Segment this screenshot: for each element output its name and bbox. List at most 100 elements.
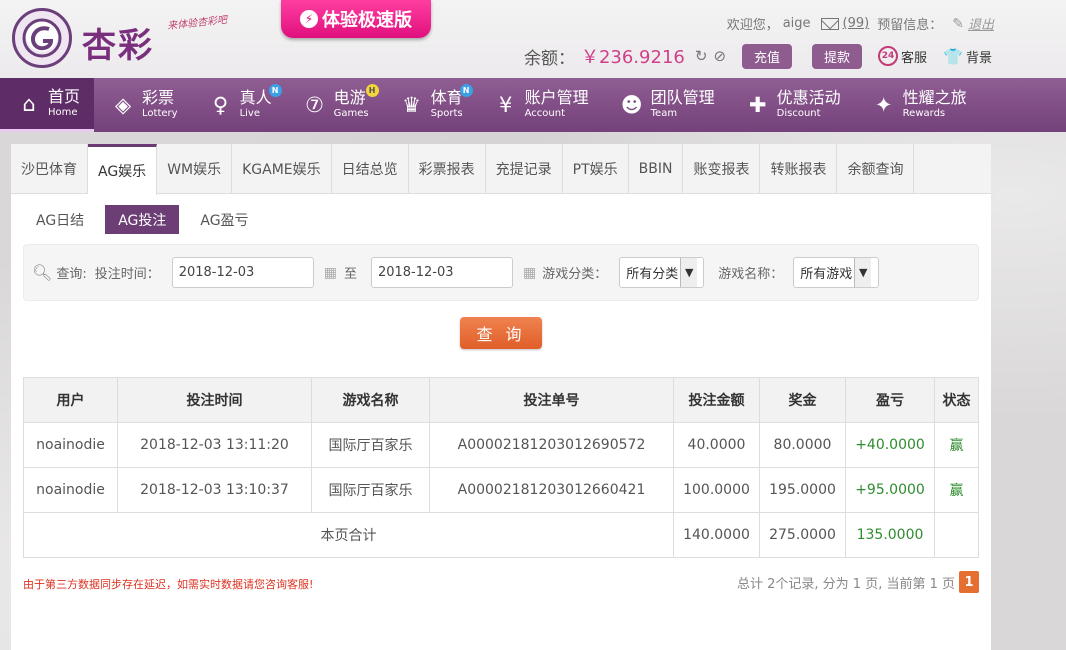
tab-kgame[interactable]: KGAME娱乐 [232, 144, 332, 194]
slogan: 来体验杏彩吧 [166, 14, 228, 33]
col-game-name: 游戏名称 [311, 377, 430, 423]
subtab-ag-bets[interactable]: AG投注 [105, 205, 180, 234]
tab-deposit-records[interactable]: 充提记录 [486, 144, 563, 194]
search-icon: 🔍︎ [32, 263, 53, 282]
nav-label: 彩票 [142, 88, 175, 108]
tab-daily-overview[interactable]: 日结总览 [332, 144, 409, 194]
reserve-info-label: 预留信息： [877, 18, 943, 33]
col-bet-amount: 投注金额 [673, 377, 760, 423]
nav-rewards[interactable]: ✦ 性耀之旅 Rewards [855, 78, 981, 132]
sub-tabs: AG日结 AG投注 AG盈亏 [23, 205, 262, 234]
nav-sublabel: Discount [776, 108, 821, 120]
pagination-summary: 总计 2个记录, 分为 1 页, 当前第 1 页 [736, 576, 955, 592]
logo-icon[interactable] [12, 8, 72, 68]
calendar-icon[interactable]: ▦ [324, 265, 337, 281]
tab-bbin[interactable]: BBIN [629, 144, 684, 194]
pagination: 总计 2个记录, 分为 1 页, 当前第 1 页 1 [737, 571, 979, 593]
mail-icon[interactable] [820, 17, 839, 30]
tab-pt[interactable]: PT娱乐 [563, 144, 629, 194]
table-header-row: 用户 投注时间 游戏名称 投注单号 投注金额 奖金 盈亏 状态 [23, 377, 979, 423]
balance-value: ￥236.9216 [580, 47, 685, 68]
total-status [934, 512, 979, 558]
lottery-icon: ◈ [114, 93, 132, 117]
query-button[interactable]: 查 询 [460, 317, 542, 349]
hide-eye-icon[interactable]: ⊘ [713, 47, 726, 65]
page-1-button[interactable]: 1 [959, 571, 979, 593]
tab-account-change[interactable]: 账变报表 [683, 144, 761, 194]
nav-sports[interactable]: ♛ 体育 Sports N [383, 78, 477, 132]
cell-game-name: 国际厅百家乐 [311, 467, 430, 513]
tab-saba-sports[interactable]: 沙巴体育 [11, 144, 88, 194]
nav-sublabel: Sports [430, 108, 463, 120]
nav-label: 首页 [48, 86, 81, 106]
main-nav: ⌂ 首页 Home ◈ 彩票 Lottery ♀ 真人 Live N ⑦ 电游 Game… [0, 78, 1066, 132]
tab-ag[interactable]: AG娱乐 [88, 144, 158, 195]
speed-version-banner[interactable]: ⚡ 体验极速版 [281, 0, 431, 38]
nav-games[interactable]: ⑦ 电游 Games H [286, 78, 383, 132]
nav-sublabel: Account [524, 108, 566, 120]
selected-game: 所有游戏 [800, 267, 853, 282]
tab-transfer-report[interactable]: 转账报表 [760, 144, 838, 194]
customer-service-link[interactable]: 24 客服 [878, 46, 927, 66]
table-total-row: 本页合计 140.0000 275.0000 135.0000 [23, 512, 979, 558]
yen-icon: ¥ [498, 93, 513, 117]
total-prize: 275.0000 [759, 512, 846, 558]
tab-balance-query[interactable]: 余额查询 [837, 144, 915, 194]
service-label: 客服 [901, 50, 928, 66]
col-bet-time: 投注时间 [117, 377, 312, 423]
nav-label: 电游 [333, 88, 366, 108]
background-label: 背景 [965, 50, 992, 66]
tab-lottery-report[interactable]: 彩票报表 [409, 144, 486, 194]
rewards-icon: ✦ [874, 93, 893, 117]
nav-live[interactable]: ♀ 真人 Live N [192, 78, 286, 132]
mail-count-link[interactable]: (99) [843, 16, 870, 31]
chevron-down-icon: ▼ [854, 258, 872, 287]
brand-name: 杏彩 [82, 26, 154, 66]
cell-status: 赢 [934, 467, 979, 513]
cell-status: 赢 [934, 422, 979, 468]
tab-wm[interactable]: WM娱乐 [157, 144, 233, 194]
header: 杏彩 来体验杏彩吧 ⚡ 体验极速版 欢迎您， aige (99) 预留信息： ✎… [0, 0, 1066, 78]
chevron-down-icon: ▼ [680, 258, 698, 287]
edit-icon[interactable]: ✎ [952, 16, 964, 32]
nav-label: 团队管理 [650, 88, 715, 108]
withdraw-button[interactable]: 提款 [812, 43, 863, 69]
nav-label: 真人 [239, 88, 272, 108]
nav-sublabel: Games [333, 108, 369, 120]
nav-sublabel: Team [650, 108, 678, 120]
nav-label: 账户管理 [524, 88, 589, 108]
background-link[interactable]: 👕 背景 [943, 47, 992, 66]
table-row: noainodie 2018-12-03 13:11:20 国际厅百家乐 A00… [23, 422, 979, 468]
nav-team[interactable]: ☻ 团队管理 Team [603, 78, 729, 132]
sync-delay-note: 由于第三方数据同步存在延迟，如需实时数据请您咨询客服! [23, 578, 314, 591]
game-category-select[interactable]: 所有分类 ▼ [619, 257, 705, 288]
user-info-bar: 欢迎您， aige (99) 预留信息： ✎ 退出 [727, 14, 994, 34]
game-name-label: 游戏名称： [718, 267, 784, 282]
cell-profit: +40.0000 [845, 422, 935, 468]
query-label: 查询: [56, 267, 87, 282]
col-profit: 盈亏 [845, 377, 935, 423]
cell-user: noainodie [23, 467, 118, 513]
calendar-icon[interactable]: ▦ [523, 265, 536, 281]
logout-link[interactable]: 退出 [968, 14, 994, 33]
bet-time-label: 投注时间： [94, 267, 160, 282]
nav-account[interactable]: ¥ 账户管理 Account [477, 78, 603, 132]
cell-game-name: 国际厅百家乐 [311, 422, 430, 468]
nav-home[interactable]: ⌂ 首页 Home [0, 78, 95, 132]
filter-bar: 🔍︎ 查询: 投注时间： ▦ 至 ▦ 游戏分类： 所有分类 ▼ 游戏名称： 所有… [23, 244, 979, 301]
report-panel: 沙巴体育 AG娱乐 WM娱乐 KGAME娱乐 日结总览 彩票报表 充提记录 PT… [11, 144, 991, 650]
nav-label: 体育 [430, 88, 463, 108]
col-status: 状态 [934, 377, 979, 423]
recharge-button[interactable]: 充值 [742, 43, 793, 69]
date-from-input[interactable] [171, 257, 314, 288]
nav-lottery[interactable]: ◈ 彩票 Lottery [94, 78, 192, 132]
date-to-input[interactable] [370, 257, 513, 288]
refresh-icon[interactable]: ↻ [695, 47, 708, 65]
team-icon: ☻ [620, 93, 643, 117]
bolt-icon: ⚡ [300, 10, 318, 28]
game-name-select[interactable]: 所有游戏 ▼ [793, 257, 880, 288]
subtab-ag-profit[interactable]: AG盈亏 [187, 205, 261, 234]
nav-sublabel: Live [239, 108, 260, 120]
nav-discount[interactable]: ✚ 优惠活动 Discount [729, 78, 855, 132]
subtab-ag-daily[interactable]: AG日结 [23, 205, 97, 234]
